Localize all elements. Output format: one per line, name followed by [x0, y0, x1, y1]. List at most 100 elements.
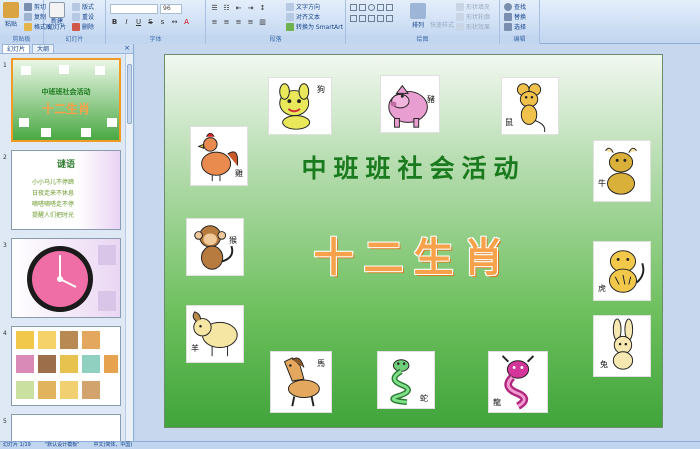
numbering-button[interactable]: ☷ — [222, 4, 231, 12]
clipboard-group: 粘贴 剪切 复制 格式刷 剪贴板 — [0, 0, 52, 44]
shape-callout-icon — [359, 15, 366, 22]
thumb-number: 5 — [3, 418, 7, 425]
slide-thumbnail-5[interactable] — [11, 414, 121, 441]
align-center-button[interactable]: ≡ — [222, 18, 231, 26]
font-format-row: B I U S s ↔ A — [110, 18, 191, 26]
font-color-button[interactable]: A — [182, 18, 191, 26]
riddle-line: 日夜走来不休息 — [32, 190, 75, 197]
find-button[interactable]: 查找 — [504, 2, 526, 11]
zodiac-label: 猴 — [229, 236, 237, 245]
editing-group-label: 编辑 — [500, 35, 539, 44]
paste-button[interactable]: 粘贴 — [3, 2, 19, 28]
zodiac-dog[interactable]: 狗 — [268, 77, 332, 135]
slide-thumbnail-1[interactable]: 中班班社会活动 十二生肖 — [11, 58, 121, 142]
zodiac-rabbit[interactable]: 兔 — [593, 315, 651, 377]
replace-button[interactable]: 替换 — [504, 12, 526, 21]
spacing-button[interactable]: ↔ — [170, 18, 179, 26]
thumb-number: 2 — [3, 154, 7, 161]
copy-button[interactable]: 复制 — [24, 12, 46, 21]
text-direction-button[interactable]: 文字方向 — [286, 2, 320, 11]
bold-button[interactable]: B — [110, 18, 119, 26]
zodiac-horse[interactable]: 馬 — [270, 351, 332, 413]
zodiac-rat[interactable]: 鼠 — [501, 77, 559, 135]
bullets-button[interactable]: ☰ — [210, 4, 219, 12]
zodiac-goat[interactable]: 羊 — [186, 305, 244, 363]
decrease-indent-button[interactable]: ⇤ — [234, 4, 243, 12]
font-size-box[interactable]: 96 — [160, 4, 182, 14]
shadow-button[interactable]: s — [158, 18, 167, 26]
tab-slides[interactable]: 幻灯片 — [2, 44, 31, 53]
close-pane-icon[interactable]: × — [124, 44, 130, 53]
zodiac-monkey[interactable]: 猴 — [186, 218, 244, 276]
zodiac-ox[interactable]: 牛 — [593, 140, 651, 202]
thumb-animal-icon — [21, 66, 31, 75]
zodiac-dragon[interactable]: 龍 — [488, 351, 548, 413]
slides-group-label: 幻灯片 — [44, 35, 105, 44]
line-spacing-button[interactable]: ↕ — [258, 4, 267, 12]
clipboard-group-label: 剪贴板 — [0, 35, 43, 44]
slide-count: 幻灯片 1/19 — [3, 442, 31, 448]
strike-button[interactable]: S — [146, 18, 155, 26]
scissors-icon — [24, 2, 32, 11]
zodiac-pig[interactable]: 豬 — [380, 75, 440, 133]
arrange-icon — [410, 3, 426, 19]
align-left-button[interactable]: ≡ — [210, 18, 219, 26]
thumb-number: 1 — [3, 62, 7, 69]
align-right-button[interactable]: ≡ — [234, 18, 243, 26]
smartart-icon — [286, 22, 294, 31]
zodiac-snake[interactable]: 蛇 — [377, 351, 435, 409]
shapes-gallery[interactable] — [349, 3, 405, 25]
justify-button[interactable]: ≡ — [246, 18, 255, 26]
arrange-button[interactable]: 排列 — [410, 3, 426, 29]
paste-icon — [3, 2, 19, 18]
thumb-number: 3 — [3, 242, 7, 249]
reset-icon — [72, 12, 80, 21]
slide-thumbnail-4[interactable] — [11, 326, 121, 406]
new-slide-button[interactable]: 新建 幻灯片 — [48, 2, 66, 31]
thumb-animal-icon — [19, 118, 29, 127]
slide-thumbnail-3[interactable] — [11, 238, 121, 318]
zodiac-tiger[interactable]: 虎 — [593, 241, 651, 301]
align-text-icon — [286, 12, 294, 21]
zodiac-label: 鼠 — [505, 118, 513, 127]
align-text-button[interactable]: 对齐文本 — [286, 12, 320, 21]
status-bar: 幻灯片 1/19 "默认设计模板" 中文(简体，中国) — [0, 441, 700, 449]
clock-illustration — [27, 245, 116, 312]
paragraph-group-label: 段落 — [206, 35, 345, 44]
underline-button[interactable]: U — [134, 18, 143, 26]
font-name-box[interactable] — [110, 4, 158, 14]
layout-button[interactable]: 版式 — [72, 2, 94, 11]
shape-effects-button[interactable]: 形状效果 — [456, 22, 490, 31]
brush-icon — [24, 22, 32, 31]
layout-icon — [72, 2, 80, 11]
slide-thumbnail-2[interactable]: 谜语 小小马儿不停蹄 日夜走来不休息 嘀嗒嘀嗒走不停 提醒人们把时光 — [11, 150, 121, 230]
zodiac-label: 羊 — [191, 344, 199, 353]
smartart-button[interactable]: 转换为 SmartArt — [286, 22, 343, 31]
reset-button[interactable]: 重设 — [72, 12, 94, 21]
text-direction-icon — [286, 2, 294, 11]
increase-indent-button[interactable]: ⇥ — [246, 4, 255, 12]
quick-styles-button[interactable]: 快速样式 — [430, 20, 454, 29]
zodiac-label: 豬 — [427, 95, 435, 104]
tab-outline[interactable]: 大纲 — [32, 44, 55, 53]
pane-tabs: 幻灯片 大纲 × — [0, 44, 133, 54]
font-group: 96 B I U S s ↔ A 字体 — [106, 0, 206, 44]
columns-button[interactable]: ▥ — [258, 18, 267, 26]
monkey-icon — [194, 225, 234, 270]
italic-button[interactable]: I — [122, 18, 131, 26]
language-indicator[interactable]: 中文(简体，中国) — [93, 442, 132, 449]
thumbnails-scrollbar[interactable] — [125, 54, 133, 441]
zodiac-label: 龍 — [493, 398, 501, 407]
zodiac-rooster[interactable]: 雞 — [190, 126, 248, 186]
thumb-animal-icon — [81, 128, 91, 137]
delete-icon — [72, 22, 80, 31]
align-row: ≡ ≡ ≡ ≡ ▥ — [210, 18, 267, 26]
theme-name[interactable]: "默认设计模板" — [45, 442, 80, 449]
delete-button[interactable]: 删除 — [72, 22, 94, 31]
slide-canvas[interactable]: 中班班社会活动 十二生肖 狗 豬 鼠 雞 牛 猴 虎 羊 兔 馬 蛇 龍 — [164, 54, 663, 428]
scrollbar-thumb[interactable] — [127, 64, 132, 124]
select-button[interactable]: 选择 — [504, 22, 526, 31]
shape-outline-button[interactable]: 形状轮廓 — [456, 12, 490, 21]
cut-button[interactable]: 剪切 — [24, 2, 46, 11]
shape-fill-button[interactable]: 形状填充 — [456, 2, 490, 11]
